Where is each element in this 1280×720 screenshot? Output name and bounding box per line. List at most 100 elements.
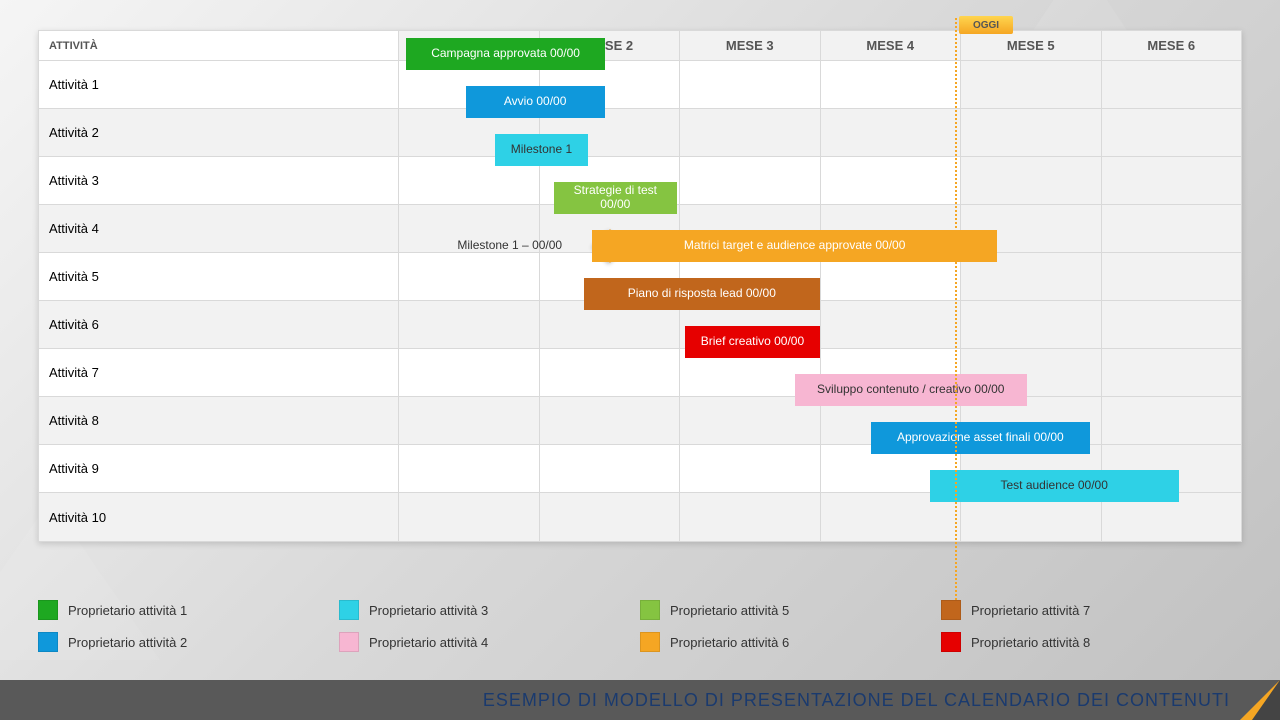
legend-label: Proprietario attività 5: [670, 603, 789, 618]
grid-cell: [1102, 445, 1242, 492]
legend-item: Proprietario attività 2: [38, 632, 339, 652]
activity-label: Attività 5: [39, 253, 399, 300]
activity-label: Attività 4: [39, 205, 399, 252]
grid-cell: [961, 109, 1102, 156]
month-header: MESE 3: [680, 31, 821, 60]
legend-item: Proprietario attività 7: [941, 600, 1242, 620]
grid-cell: [399, 397, 540, 444]
grid-cell: [1102, 205, 1242, 252]
grid-cell: [399, 109, 540, 156]
legend-item: Proprietario attività 4: [339, 632, 640, 652]
legend-item: Proprietario attività 1: [38, 600, 339, 620]
month-header: MESE 1: [399, 31, 540, 60]
grid-cell: [540, 109, 681, 156]
grid-cell: [1102, 349, 1242, 396]
grid-cell: [821, 445, 962, 492]
legend-label: Proprietario attività 6: [670, 635, 789, 650]
grid-cell: [540, 301, 681, 348]
grid-cell: [540, 493, 681, 541]
legend-swatch: [640, 632, 660, 652]
legend-swatch: [941, 600, 961, 620]
grid-cell: [680, 493, 821, 541]
activity-label: Attività 10: [39, 493, 399, 541]
grid-cell: [540, 61, 681, 108]
legend-label: Proprietario attività 2: [68, 635, 187, 650]
grid-cell: [399, 205, 540, 252]
month-header: MESE 5: [961, 31, 1102, 60]
grid-cell: [399, 349, 540, 396]
grid-cell: [1102, 493, 1242, 541]
month-header: MESE 6: [1102, 31, 1242, 60]
today-marker-line: [955, 18, 957, 608]
activity-label: Attività 7: [39, 349, 399, 396]
legend-swatch: [941, 632, 961, 652]
grid-cell: [1102, 157, 1242, 204]
legend: Proprietario attività 1 Proprietario atti…: [38, 600, 1242, 652]
legend-swatch: [38, 632, 58, 652]
grid-cell: [821, 301, 962, 348]
activity-label: Attività 2: [39, 109, 399, 156]
grid-cell: [399, 157, 540, 204]
grid-cell: [821, 157, 962, 204]
header-row: ATTIVITÀMESE 1MESE 2MESE 3MESE 4MESE 5ME…: [39, 31, 1241, 61]
grid-cell: [961, 493, 1102, 541]
footer-bar: ESEMPIO DI MODELLO DI PRESENTAZIONE DEL …: [0, 680, 1280, 720]
grid-cell: [961, 349, 1102, 396]
grid-cell: [821, 349, 962, 396]
month-header: MESE 4: [821, 31, 962, 60]
legend-label: Proprietario attività 3: [369, 603, 488, 618]
grid-cell: [1102, 61, 1242, 108]
grid-cell: [399, 253, 540, 300]
activity-row: Attività 3: [39, 157, 1241, 205]
activity-label: Attività 1: [39, 61, 399, 108]
grid-cell: [821, 397, 962, 444]
activity-label: Attività 9: [39, 445, 399, 492]
grid-cell: [961, 253, 1102, 300]
grid-cell: [540, 253, 681, 300]
legend-swatch: [640, 600, 660, 620]
legend-label: Proprietario attività 1: [68, 603, 187, 618]
grid-cell: [1102, 109, 1242, 156]
grid-cell: [680, 61, 821, 108]
activity-row: Attività 6: [39, 301, 1241, 349]
activity-row: Attività 10: [39, 493, 1241, 541]
grid-cell: [540, 157, 681, 204]
activity-row: Attività 4: [39, 205, 1241, 253]
grid-cell: [399, 493, 540, 541]
activity-row: Attività 5: [39, 253, 1241, 301]
grid-cell: [680, 349, 821, 396]
grid-cell: [680, 397, 821, 444]
grid-cell: [821, 205, 962, 252]
legend-item: Proprietario attività 5: [640, 600, 941, 620]
activity-row: Attività 2: [39, 109, 1241, 157]
legend-label: Proprietario attività 8: [971, 635, 1090, 650]
grid-cell: [540, 205, 681, 252]
grid-cell: [540, 445, 681, 492]
grid-cell: [961, 61, 1102, 108]
legend-swatch: [38, 600, 58, 620]
grid-cell: [680, 445, 821, 492]
legend-swatch: [339, 600, 359, 620]
grid-cell: [821, 493, 962, 541]
grid-cell: [680, 253, 821, 300]
grid-cell: [961, 157, 1102, 204]
grid-cell: [961, 205, 1102, 252]
activity-row: Attività 9: [39, 445, 1241, 493]
today-marker-tab: OGGI: [959, 16, 1013, 34]
grid-cell: [399, 445, 540, 492]
activity-label: Attività 8: [39, 397, 399, 444]
activity-row: Attività 1: [39, 61, 1241, 109]
grid-cell: [821, 61, 962, 108]
activity-label: Attività 6: [39, 301, 399, 348]
legend-item: Proprietario attività 8: [941, 632, 1242, 652]
footer-title: ESEMPIO DI MODELLO DI PRESENTAZIONE DEL …: [483, 690, 1230, 711]
grid-cell: [1102, 253, 1242, 300]
legend-item: Proprietario attività 6: [640, 632, 941, 652]
grid-cell: [961, 301, 1102, 348]
gantt-chart: ATTIVITÀMESE 1MESE 2MESE 3MESE 4MESE 5ME…: [38, 30, 1242, 542]
legend-label: Proprietario attività 7: [971, 603, 1090, 618]
legend-item: Proprietario attività 3: [339, 600, 640, 620]
grid-cell: [540, 397, 681, 444]
grid-cell: [821, 109, 962, 156]
grid-cell: [399, 301, 540, 348]
